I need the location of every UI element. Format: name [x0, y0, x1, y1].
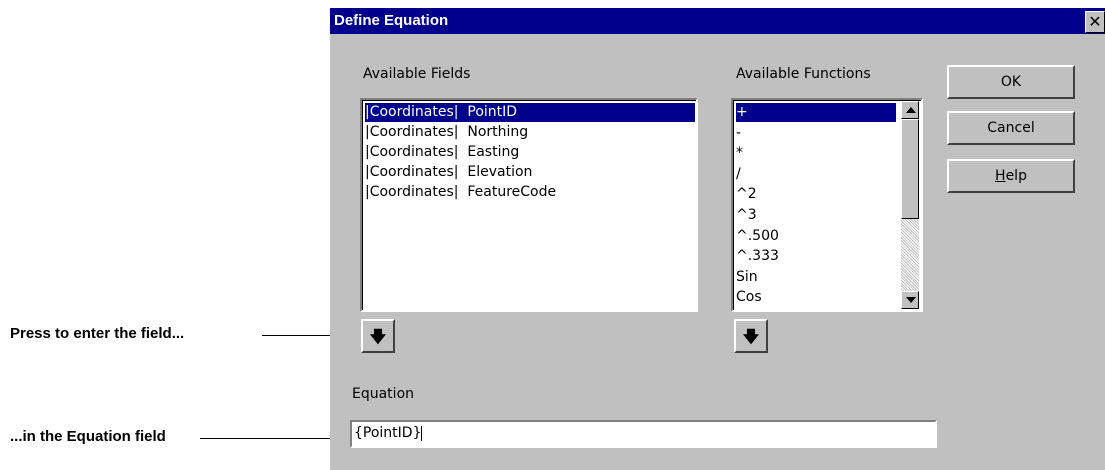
- scroll-down-icon: [906, 297, 916, 303]
- equation-value: {PointID}: [354, 425, 422, 441]
- field-list-item[interactable]: |Coordinates| Elevation: [365, 163, 695, 182]
- scrollbar-thumb[interactable]: [901, 119, 919, 219]
- function-list-item[interactable]: Sin: [736, 268, 896, 287]
- help-label-rest: elp: [1005, 168, 1027, 184]
- function-list-item[interactable]: ^2: [736, 185, 896, 204]
- help-mnemonic: H: [995, 168, 1006, 184]
- insert-field-button[interactable]: 🡇: [361, 319, 395, 353]
- equation-label: Equation: [352, 386, 415, 402]
- define-equation-dialog: Define Equation ✕ Available Fields Avail…: [330, 8, 1105, 470]
- help-label: Help: [949, 161, 1073, 191]
- available-functions-label: Available Functions: [736, 66, 871, 82]
- field-list-item[interactable]: |Coordinates| PointID: [365, 103, 695, 122]
- available-functions-list[interactable]: + - * / ^2 ^3 ^.500 ^.333 Sin Cos: [731, 98, 923, 312]
- insert-function-button[interactable]: 🡇: [734, 319, 768, 353]
- cancel-label: Cancel: [987, 120, 1035, 136]
- title-bar: Define Equation ✕: [330, 8, 1105, 34]
- down-arrow-icon: 🡇: [742, 327, 760, 346]
- field-list-item[interactable]: |Coordinates| Northing: [365, 123, 695, 142]
- functions-scrollbar[interactable]: [901, 101, 919, 309]
- available-fields-label: Available Fields: [363, 66, 471, 82]
- annotation-press-to-enter: Press to enter the field...: [10, 325, 185, 342]
- function-list-item[interactable]: Cos: [736, 288, 896, 307]
- ok-label: OK: [1000, 74, 1022, 90]
- annotation-equation-field: ...in the Equation field: [10, 428, 166, 445]
- available-fields-list[interactable]: |Coordinates| PointID |Coordinates| North…: [360, 98, 698, 312]
- function-list-item[interactable]: /: [736, 165, 896, 184]
- cancel-button[interactable]: Cancel: [947, 111, 1075, 145]
- function-list-item[interactable]: ^3: [736, 206, 896, 225]
- function-list-item[interactable]: +: [736, 103, 896, 122]
- close-button[interactable]: ✕: [1085, 11, 1105, 33]
- annotation-arrow-line-2: [200, 438, 340, 439]
- field-list-item[interactable]: |Coordinates| FeatureCode: [365, 183, 695, 202]
- dialog-title: Define Equation: [334, 12, 449, 29]
- function-list-item[interactable]: ^.500: [736, 227, 896, 246]
- function-list-item[interactable]: ^.333: [736, 247, 896, 266]
- scroll-down-button[interactable]: [901, 291, 919, 309]
- ok-button[interactable]: OK: [947, 65, 1075, 99]
- scroll-up-button[interactable]: [901, 101, 919, 119]
- function-list-item[interactable]: -: [736, 124, 896, 143]
- equation-input[interactable]: {PointID}: [350, 420, 937, 448]
- field-list-item[interactable]: |Coordinates| Easting: [365, 143, 695, 162]
- text-caret: [421, 425, 423, 441]
- scroll-up-icon: [906, 107, 916, 113]
- close-icon: ✕: [1088, 12, 1102, 31]
- function-list-item[interactable]: *: [736, 144, 896, 163]
- help-button[interactable]: Help: [947, 159, 1075, 193]
- down-arrow-icon: 🡇: [369, 327, 387, 346]
